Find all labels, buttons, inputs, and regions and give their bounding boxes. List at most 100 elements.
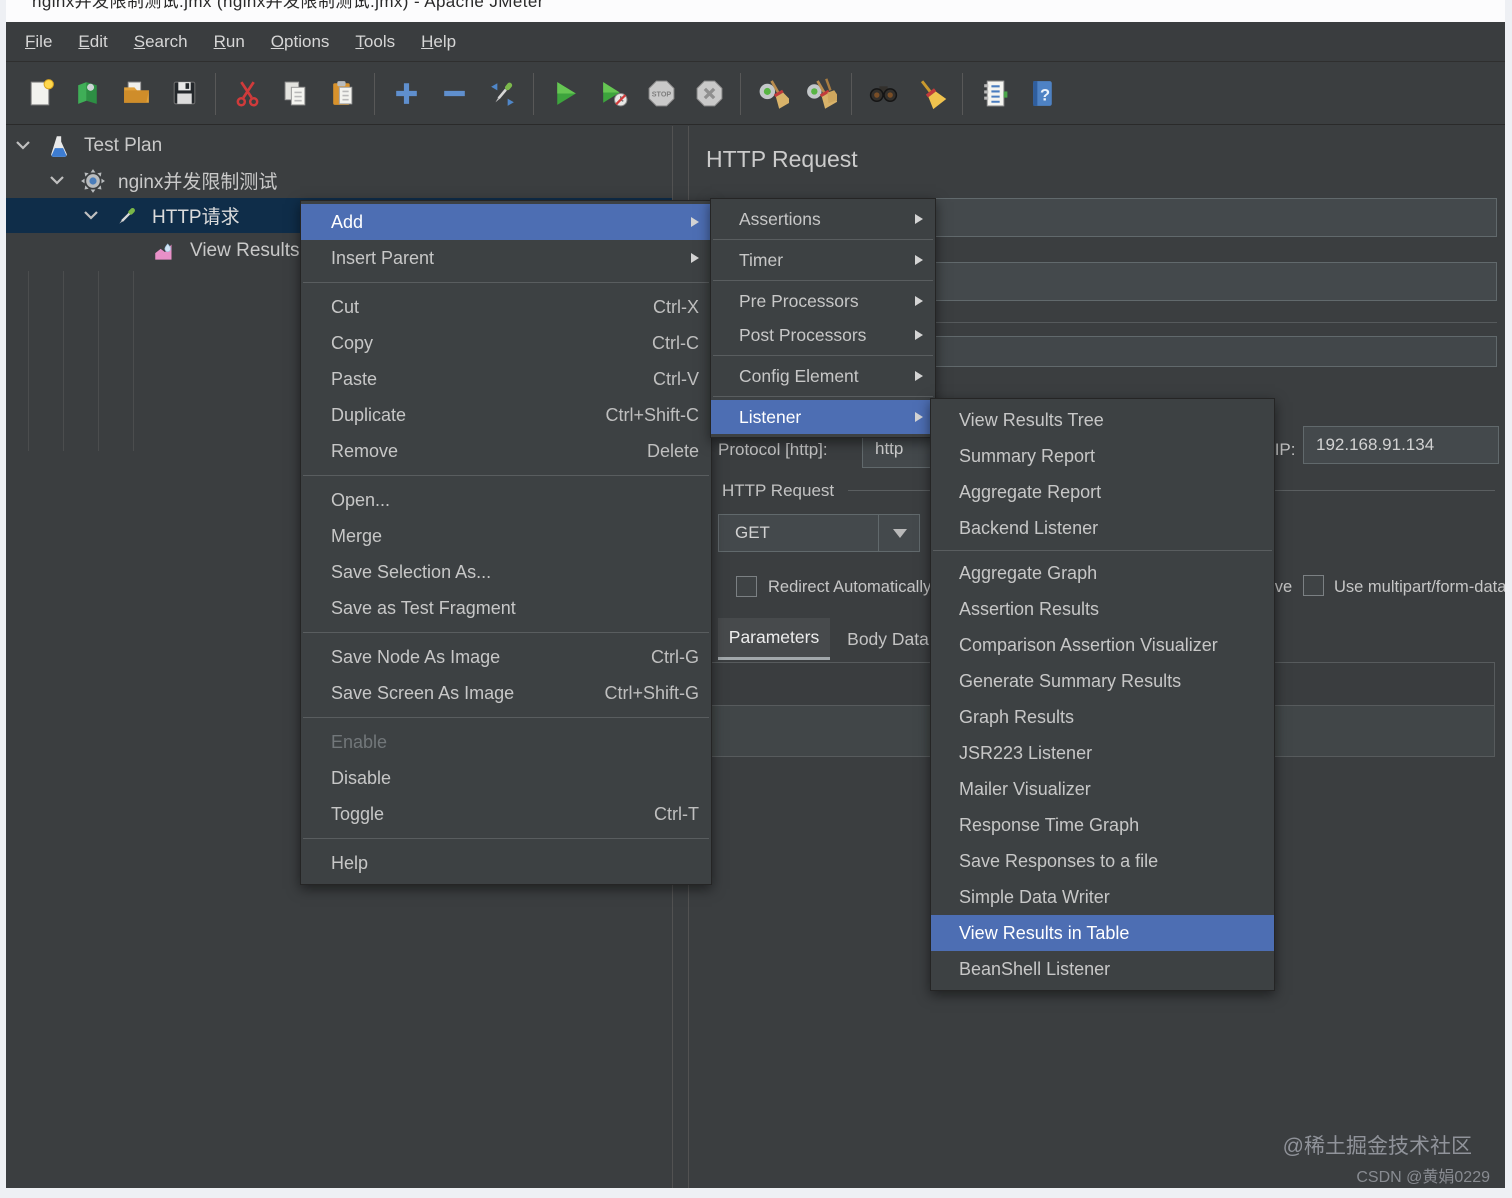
- toolbar: STOP ?: [6, 63, 1505, 125]
- thread-group-icon: [80, 168, 106, 194]
- listener-item-graph-results[interactable]: Graph Results: [931, 699, 1274, 735]
- submenu-arrow-icon: [915, 214, 923, 224]
- use-multipart-label: Use multipart/form-data: [1334, 578, 1505, 597]
- context-menu-item-paste[interactable]: PasteCtrl-V: [301, 361, 711, 397]
- context-menu-item-enable[interactable]: Enable: [301, 724, 711, 760]
- chevron-down-icon[interactable]: [893, 529, 907, 538]
- listener-item-beanshell-listener[interactable]: BeanShell Listener: [931, 951, 1274, 987]
- new-file-icon[interactable]: [16, 71, 64, 117]
- tree-node-label: nginx并发限制测试: [118, 167, 277, 194]
- submenu-arrow-icon: [915, 371, 923, 381]
- clear-all-icon[interactable]: [796, 71, 844, 117]
- add-submenu-item-assertions[interactable]: Assertions: [711, 202, 935, 236]
- add-element-icon[interactable]: [382, 71, 430, 117]
- tab-parameters[interactable]: Parameters: [718, 618, 830, 660]
- listener-item-assertion-results[interactable]: Assertion Results: [931, 591, 1274, 627]
- tree-node-label: Test Plan: [84, 135, 162, 157]
- menu-tools[interactable]: Tools: [342, 26, 408, 58]
- context-menu: Add Insert Parent CutCtrl-X CopyCtrl-C P…: [300, 200, 712, 885]
- menu-separator: [933, 550, 1272, 551]
- menu-file[interactable]: File: [12, 26, 65, 58]
- menu-search[interactable]: Search: [121, 26, 201, 58]
- listener-item-comparison-assertion-visualizer[interactable]: Comparison Assertion Visualizer: [931, 627, 1274, 663]
- context-menu-item-copy[interactable]: CopyCtrl-C: [301, 325, 711, 361]
- submenu-arrow-icon: [915, 255, 923, 265]
- menu-edit[interactable]: Edit: [65, 26, 120, 58]
- save-icon[interactable]: [160, 71, 208, 117]
- listener-item-aggregate-report[interactable]: Aggregate Report: [931, 474, 1274, 510]
- function-helper-icon[interactable]: [970, 71, 1018, 117]
- context-menu-item-insert-parent[interactable]: Insert Parent: [301, 240, 711, 276]
- toolbar-separator: [533, 73, 534, 115]
- listener-item-summary-report[interactable]: Summary Report: [931, 438, 1274, 474]
- context-menu-item-save-selection-as[interactable]: Save Selection As...: [301, 554, 711, 590]
- method-select[interactable]: GET: [718, 514, 920, 552]
- context-menu-item-merge[interactable]: Merge: [301, 518, 711, 554]
- context-menu-item-cut[interactable]: CutCtrl-X: [301, 289, 711, 325]
- paste-icon[interactable]: [319, 71, 367, 117]
- context-menu-item-save-as-test-fragment[interactable]: Save as Test Fragment: [301, 590, 711, 626]
- watermark-csdn: CSDN @黄娟0229: [1356, 1163, 1490, 1187]
- tree-node-test-plan[interactable]: Test Plan: [6, 128, 672, 163]
- add-submenu: Assertions Timer Pre Processors Post Pro…: [710, 198, 936, 438]
- open-file-icon[interactable]: [112, 71, 160, 117]
- context-menu-item-disable[interactable]: Disable: [301, 760, 711, 796]
- add-submenu-item-post-processors[interactable]: Post Processors: [711, 318, 935, 352]
- toggle-elements-icon[interactable]: [478, 71, 526, 117]
- listener-item-aggregate-graph[interactable]: Aggregate Graph: [931, 555, 1274, 591]
- chevron-down-icon[interactable]: [84, 211, 98, 220]
- context-menu-item-save-screen-as-image[interactable]: Save Screen As ImageCtrl+Shift-G: [301, 675, 711, 711]
- server-input[interactable]: 192.168.91.134: [1303, 426, 1499, 464]
- start-icon[interactable]: [541, 71, 589, 117]
- search-reset-icon[interactable]: [907, 71, 955, 117]
- listener-item-view-results-in-table[interactable]: View Results in Table: [931, 915, 1274, 951]
- add-submenu-item-listener[interactable]: Listener: [711, 400, 935, 434]
- context-menu-item-duplicate[interactable]: DuplicateCtrl+Shift-C: [301, 397, 711, 433]
- listener-item-backend-listener[interactable]: Backend Listener: [931, 510, 1274, 546]
- menu-separator: [713, 239, 933, 240]
- start-no-timers-icon[interactable]: [589, 71, 637, 117]
- add-submenu-item-pre-processors[interactable]: Pre Processors: [711, 284, 935, 318]
- menu-separator: [303, 632, 709, 633]
- listener-item-save-responses-to-a-file[interactable]: Save Responses to a file: [931, 843, 1274, 879]
- menu-run[interactable]: Run: [201, 26, 258, 58]
- context-menu-item-add[interactable]: Add: [301, 204, 711, 240]
- toolbar-separator: [215, 73, 216, 115]
- copy-icon[interactable]: [271, 71, 319, 117]
- view-results-icon: [152, 238, 178, 264]
- open-templates-icon[interactable]: [64, 71, 112, 117]
- chevron-down-icon[interactable]: [50, 176, 64, 185]
- cut-icon[interactable]: [223, 71, 271, 117]
- redirect-automatically-checkbox[interactable]: [736, 576, 757, 597]
- menu-separator: [713, 355, 933, 356]
- search-icon[interactable]: [859, 71, 907, 117]
- listener-item-view-results-tree[interactable]: View Results Tree: [931, 402, 1274, 438]
- menu-help[interactable]: Help: [408, 26, 469, 58]
- listener-item-generate-summary-results[interactable]: Generate Summary Results: [931, 663, 1274, 699]
- listener-item-simple-data-writer[interactable]: Simple Data Writer: [931, 879, 1274, 915]
- help-icon[interactable]: ?: [1018, 71, 1066, 117]
- context-menu-item-help[interactable]: Help: [301, 845, 711, 881]
- chevron-down-icon[interactable]: [16, 141, 30, 150]
- menu-separator: [713, 280, 933, 281]
- submenu-arrow-icon: [915, 296, 923, 306]
- method-value: GET: [723, 515, 770, 551]
- listener-item-response-time-graph[interactable]: Response Time Graph: [931, 807, 1274, 843]
- clear-icon[interactable]: [748, 71, 796, 117]
- listener-item-mailer-visualizer[interactable]: Mailer Visualizer: [931, 771, 1274, 807]
- tree-node-thread-group[interactable]: nginx并发限制测试: [6, 163, 672, 198]
- stop-icon[interactable]: STOP: [637, 71, 685, 117]
- tab-body-data[interactable]: Body Data: [832, 618, 944, 660]
- context-menu-item-remove[interactable]: RemoveDelete: [301, 433, 711, 469]
- add-submenu-item-config-element[interactable]: Config Element: [711, 359, 935, 393]
- context-menu-item-toggle[interactable]: ToggleCtrl-T: [301, 796, 711, 832]
- add-submenu-item-timer[interactable]: Timer: [711, 243, 935, 277]
- use-multipart-checkbox[interactable]: [1303, 575, 1324, 596]
- listener-item-jsr223-listener[interactable]: JSR223 Listener: [931, 735, 1274, 771]
- menu-options[interactable]: Options: [258, 26, 343, 58]
- context-menu-item-open[interactable]: Open...: [301, 482, 711, 518]
- menu-separator: [713, 396, 933, 397]
- shutdown-icon[interactable]: [685, 71, 733, 117]
- context-menu-item-save-node-as-image[interactable]: Save Node As ImageCtrl-G: [301, 639, 711, 675]
- remove-element-icon[interactable]: [430, 71, 478, 117]
